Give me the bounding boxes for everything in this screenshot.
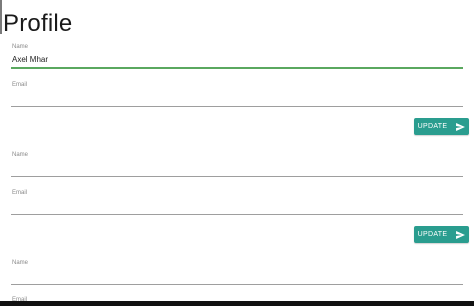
update-button[interactable]: UPDATE: [414, 226, 469, 243]
email-label: Email: [12, 82, 28, 88]
name-underline: [11, 284, 463, 285]
left-edge-rule: [0, 0, 2, 34]
send-icon: [456, 122, 466, 131]
email-underline: [11, 106, 463, 107]
update-button[interactable]: UPDATE: [414, 118, 469, 135]
name-underline-focused: [11, 67, 463, 69]
name-label: Name: [12, 152, 29, 158]
name-input[interactable]: [11, 53, 464, 65]
name-underline: [11, 176, 463, 177]
name-label: Name: [12, 260, 29, 266]
profile-page: Profile Name Email UPDATE Name Email UPD…: [0, 0, 474, 306]
name-input[interactable]: [11, 269, 464, 281]
email-input[interactable]: [11, 199, 464, 211]
email-underline: [11, 214, 463, 215]
page-title: Profile: [3, 10, 73, 37]
name-label: Name: [12, 44, 29, 50]
email-input[interactable]: [11, 91, 464, 103]
bottom-bar: [0, 301, 474, 306]
send-icon: [456, 230, 466, 239]
email-label: Email: [12, 190, 28, 196]
name-input[interactable]: [11, 161, 464, 173]
update-button-label: UPDATE: [417, 123, 448, 130]
update-button-label: UPDATE: [417, 231, 448, 238]
